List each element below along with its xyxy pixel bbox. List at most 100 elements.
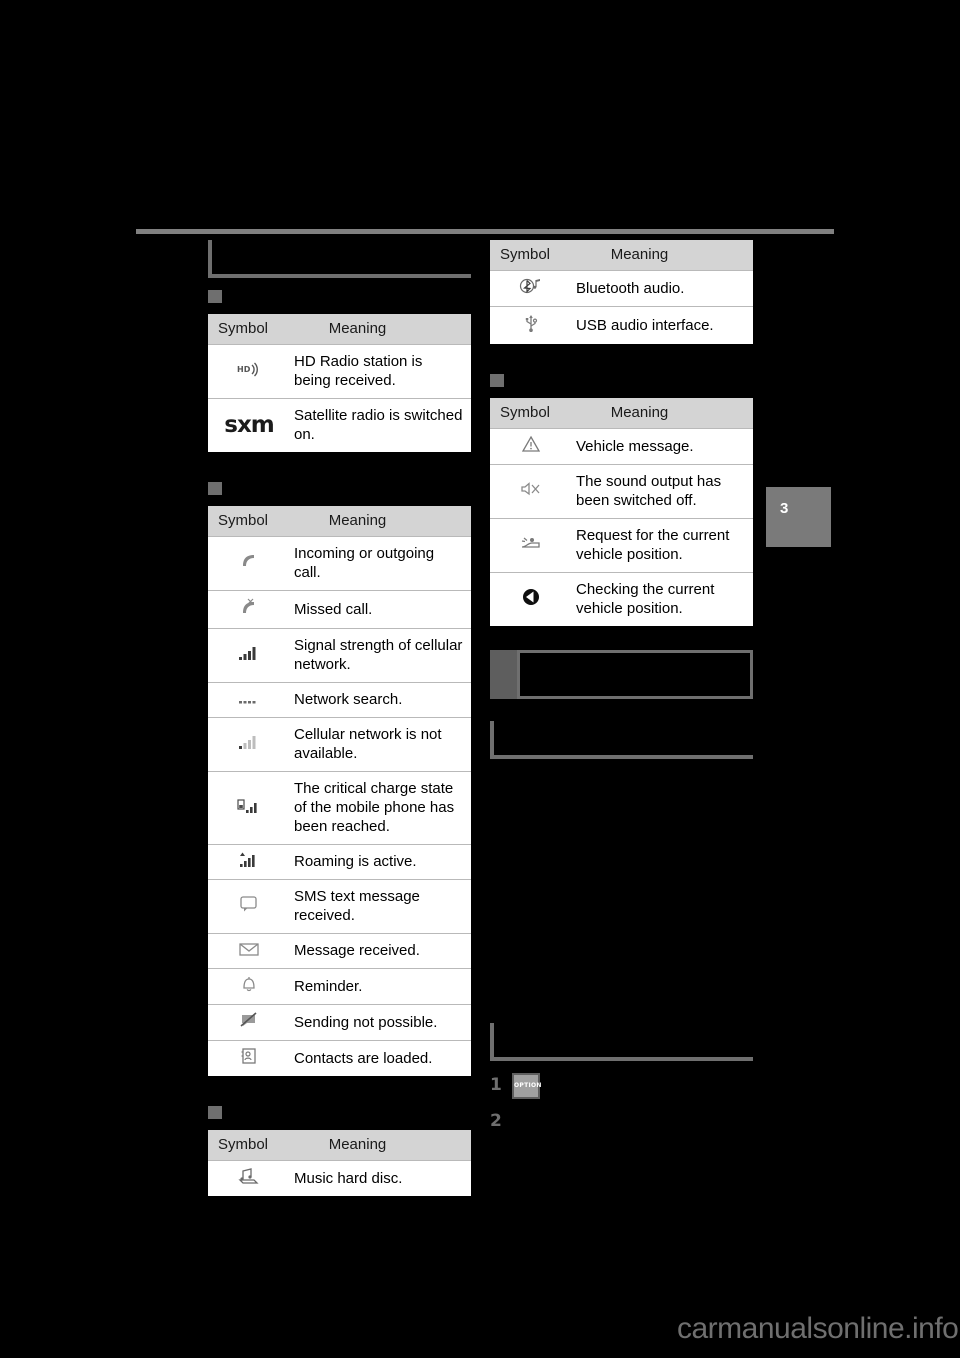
row-meaning: Satellite radio is switched on. (290, 398, 471, 452)
chapter-tab-number: 3 (780, 500, 789, 517)
table-row: Missed call. (208, 590, 471, 629)
row-meaning: Roaming is active. (290, 844, 471, 880)
row-meaning: Checking the current vehicle position. (572, 572, 753, 626)
envelope-icon (208, 933, 290, 969)
left-column: Symbol Meaning HD HD Radio station is be… (208, 240, 471, 1220)
heading-vertical-bar (208, 240, 212, 274)
table-row: Message received. (208, 933, 471, 969)
network-search-icon (208, 682, 290, 718)
table-row: Incoming or outgoing call. (208, 536, 471, 591)
row-meaning: HD Radio station is being received. (290, 344, 471, 399)
square-bullet-icon (208, 290, 222, 303)
sxm-logo-icon: sxm (208, 398, 290, 452)
row-meaning: Vehicle message. (572, 428, 753, 465)
heading-underline (490, 755, 753, 759)
row-meaning: The critical charge state of the mobile … (290, 771, 471, 845)
left-section-heading (208, 240, 471, 278)
row-meaning: Network search. (290, 682, 471, 718)
row-meaning: Music hard disc. (290, 1160, 471, 1196)
row-meaning: Reminder. (290, 968, 471, 1005)
right-column: Symbol Meaning Bluetooth audio. USB audi… (490, 240, 753, 1143)
audio-source-symbol-table: Symbol Meaning Bluetooth audio. USB audi… (490, 240, 753, 344)
col-header-meaning: Meaning (290, 314, 471, 345)
heading-underline (208, 274, 471, 278)
heading-vertical-bar (490, 1023, 494, 1057)
missed-call-icon (208, 590, 290, 629)
square-bullet-icon (490, 374, 504, 387)
signal-bars-icon (208, 628, 290, 683)
compass-icon (490, 572, 572, 626)
row-meaning: Request for the current vehicle position… (572, 518, 753, 573)
sms-bubble-icon (208, 879, 290, 934)
col-header-symbol: Symbol (208, 314, 290, 345)
table-row: Cellular network is not available. (208, 717, 471, 772)
step-body (512, 1107, 753, 1139)
steps-section-heading (490, 1023, 753, 1061)
option-key-icon[interactable]: OPTION (512, 1073, 541, 1099)
sub-heading-radio (208, 284, 471, 314)
row-meaning: Sending not possible. (290, 1004, 471, 1041)
row-meaning: SMS text message received. (290, 879, 471, 934)
sub-heading-media (208, 1100, 471, 1130)
note-box-frame (517, 650, 753, 699)
heading-underline (490, 1057, 753, 1061)
svg-text:HD: HD (237, 365, 251, 374)
row-meaning: Bluetooth audio. (572, 270, 753, 307)
sending-not-possible-icon (208, 1004, 290, 1041)
square-bullet-icon (208, 482, 222, 495)
vehicle-position-request-icon (490, 518, 572, 573)
hd-radio-icon: HD (208, 344, 290, 399)
row-meaning: USB audio interface. (572, 306, 753, 344)
table-row: Checking the current vehicle position. (490, 572, 753, 626)
table-row: Sending not possible. (208, 1004, 471, 1041)
step-number: 2 (490, 1111, 502, 1131)
col-header-symbol: Symbol (208, 1130, 290, 1161)
row-meaning: Signal strength of cellular network. (290, 628, 471, 683)
right-body-spacer (490, 765, 753, 1023)
table-row: Roaming is active. (208, 844, 471, 880)
row-meaning: The sound output has been switched off. (572, 464, 753, 519)
telephone-symbol-table: Symbol Meaning Incoming or outgoing call… (208, 506, 471, 1076)
col-header-symbol: Symbol (208, 506, 290, 537)
table-header-row: Symbol Meaning (208, 506, 471, 537)
usb-icon (490, 306, 572, 344)
signal-bars-empty-icon (208, 717, 290, 772)
row-meaning: Cellular network is not available. (290, 717, 471, 772)
col-header-meaning: Meaning (290, 506, 471, 537)
status-symbol-table: Symbol Meaning Vehicle message. The soun… (490, 398, 753, 626)
table-row: The sound output has been switched off. (490, 464, 753, 519)
table-row: sxm Satellite radio is switched on. (208, 398, 471, 452)
col-header-symbol: Symbol (490, 398, 572, 429)
row-meaning: Missed call. (290, 590, 471, 629)
table-row: SMS text message received. (208, 879, 471, 934)
table-row: Music hard disc. (208, 1160, 471, 1196)
list-item: 1 OPTION (490, 1071, 753, 1105)
table-row: Contacts are loaded. (208, 1040, 471, 1076)
note-box-swatch (490, 650, 517, 699)
numbered-steps-list: 1 OPTION 2 (490, 1071, 753, 1141)
warning-triangle-icon (490, 428, 572, 465)
table-header-row: Symbol Meaning (490, 398, 753, 429)
list-item: 2 (490, 1107, 753, 1141)
table-row: Vehicle message. (490, 428, 753, 465)
sub-heading-telephone (208, 476, 471, 506)
table-row: HD HD Radio station is being received. (208, 344, 471, 399)
mute-speaker-icon (490, 464, 572, 519)
music-hard-disc-icon (208, 1160, 290, 1196)
row-meaning: Message received. (290, 933, 471, 969)
square-bullet-icon (208, 1106, 222, 1119)
table-row: Reminder. (208, 968, 471, 1005)
row-meaning: Contacts are loaded. (290, 1040, 471, 1076)
page-top-rule (136, 229, 834, 234)
low-battery-signal-icon (208, 771, 290, 845)
table-header-row: Symbol Meaning (208, 1130, 471, 1161)
heading-vertical-bar (490, 721, 494, 755)
bell-icon (208, 968, 290, 1005)
note-box (490, 650, 753, 699)
table-row: USB audio interface. (490, 306, 753, 344)
table-row: Bluetooth audio. (490, 270, 753, 307)
roaming-icon (208, 844, 290, 880)
sub-heading-status (490, 368, 753, 398)
table-row: Network search. (208, 682, 471, 718)
step-body: OPTION (512, 1071, 753, 1103)
